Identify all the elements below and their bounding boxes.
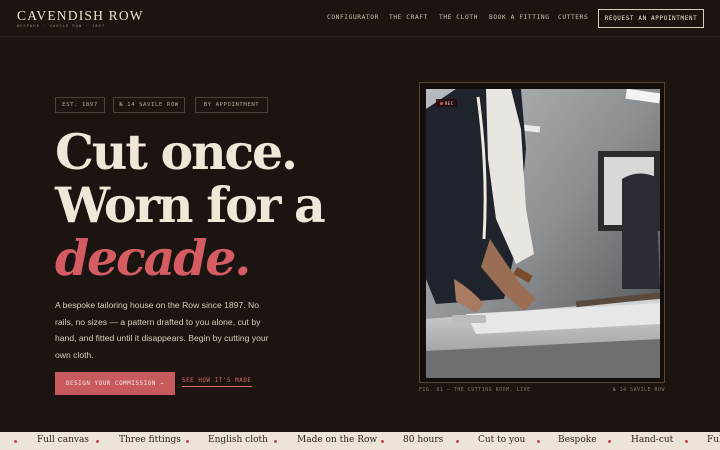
nav-link-the-cloth[interactable]: THE CLOTH bbox=[439, 14, 478, 21]
marquee-item: Bespoke bbox=[558, 435, 597, 445]
figure-location: № 14 SAVILE ROW bbox=[612, 388, 665, 393]
headline-accent: decade. bbox=[55, 229, 251, 287]
marquee-bullet-icon bbox=[456, 439, 459, 443]
design-commission-button[interactable]: DESIGN YOUR COMMISSION → bbox=[55, 372, 175, 395]
marquee-bullet-icon bbox=[608, 439, 611, 443]
marquee-bullet-icon bbox=[381, 439, 384, 443]
nav-link-cutters[interactable]: CUTTERS bbox=[558, 14, 588, 21]
marquee-item: Cut to you bbox=[478, 435, 526, 445]
media-frame: REC bbox=[419, 82, 665, 383]
marquee-item: Made on the Row bbox=[297, 435, 378, 445]
hero-headline: Cut once. Worn for a decade. bbox=[55, 123, 326, 287]
live-badge: REC bbox=[436, 99, 458, 107]
nav-link-the-craft[interactable]: THE CRAFT bbox=[389, 14, 428, 21]
live-label: REC bbox=[445, 100, 454, 106]
tag-established: EST. 1897 bbox=[55, 97, 105, 113]
headline-line-1: Cut once. bbox=[55, 123, 298, 181]
cutting-room-video[interactable]: REC bbox=[426, 89, 660, 378]
marquee-item: Three fittings bbox=[119, 435, 181, 445]
figure-caption: FIG. 01 — THE CUTTING ROOM, LIVE bbox=[419, 388, 531, 393]
see-how-its-made-link[interactable]: SEE HOW IT'S MADE bbox=[182, 378, 252, 387]
tag-by-appointment: BY APPOINTMENT bbox=[195, 97, 268, 113]
marquee-item: Full canvas bbox=[37, 435, 89, 445]
brand-name: CAVENDISH ROW bbox=[17, 8, 144, 23]
feature-marquee: Full canvas Three fittings English cloth… bbox=[0, 432, 720, 450]
marquee-item: Hand-cut bbox=[631, 435, 674, 445]
marquee-bullet-icon bbox=[186, 439, 189, 443]
record-dot-icon bbox=[440, 101, 443, 105]
nav-link-book-a-fitting[interactable]: BOOK A FITTING bbox=[489, 14, 550, 21]
brand-logo[interactable]: CAVENDISH ROW BESPOKE · SAVILE ROW · 189… bbox=[17, 9, 144, 28]
headline-line-2: Worn for a bbox=[55, 176, 326, 234]
marquee-item: Full bbox=[707, 435, 720, 445]
hero-lede: A bespoke tailoring house on the Row sin… bbox=[55, 300, 269, 360]
marquee-bullet-icon bbox=[14, 439, 17, 443]
brand-tagline: BESPOKE · SAVILE ROW · 1897 bbox=[17, 24, 106, 28]
marquee-bullet-icon bbox=[685, 439, 688, 443]
tag-address: № 14 SAVILE ROW bbox=[113, 97, 185, 113]
marquee-bullet-icon bbox=[274, 439, 277, 443]
marquee-bullet-icon bbox=[537, 439, 540, 443]
marquee-item: 80 hours bbox=[403, 435, 444, 445]
nav-link-configurator[interactable]: CONFIGURATOR bbox=[327, 14, 379, 21]
top-nav: CAVENDISH ROW BESPOKE · SAVILE ROW · 189… bbox=[0, 0, 720, 37]
request-appointment-button[interactable]: REQUEST AN APPOINTMENT bbox=[598, 9, 704, 28]
cutting-room-scene bbox=[426, 89, 660, 378]
marquee-item: English cloth bbox=[208, 435, 268, 445]
marquee-bullet-icon bbox=[96, 439, 99, 443]
